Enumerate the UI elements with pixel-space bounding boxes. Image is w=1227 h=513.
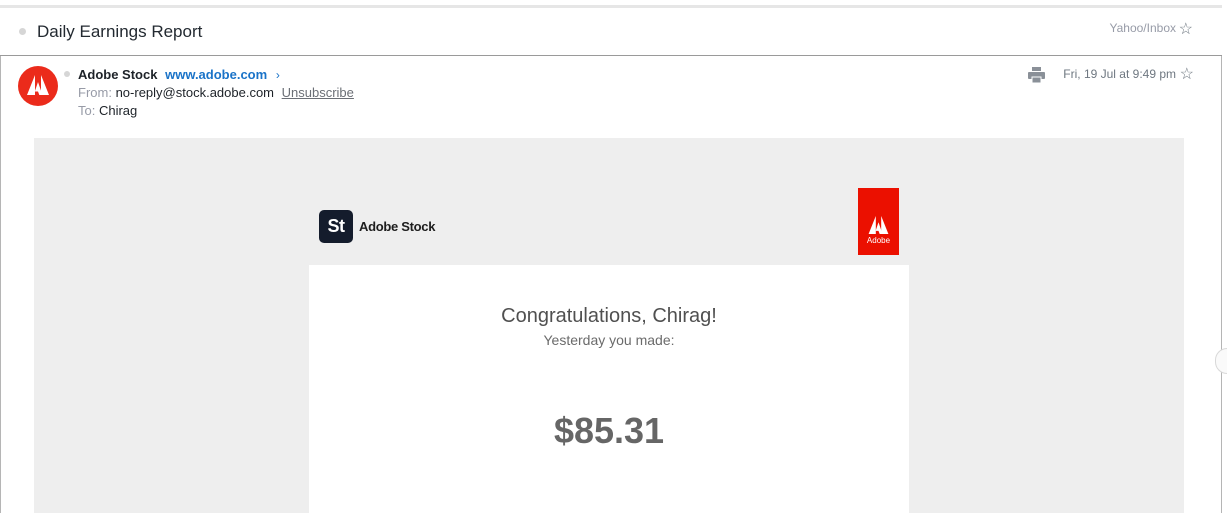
- adobe-stock-logo: St: [319, 210, 353, 243]
- star-icon[interactable]: ☆: [1180, 64, 1194, 84]
- earnings-amount: $85.31: [553, 410, 665, 451]
- from-line: From: no-reply@stock.adobe.com Unsubscri…: [78, 85, 354, 100]
- read-indicator: [64, 71, 70, 77]
- message-date: Fri, 19 Jul at 9:49 pm: [1063, 67, 1176, 81]
- to-label: To:: [78, 103, 96, 118]
- star-icon[interactable]: ☆: [1179, 19, 1193, 39]
- to-recipient[interactable]: Chirag: [99, 103, 137, 118]
- print-icon[interactable]: [1028, 67, 1045, 88]
- avatar[interactable]: [18, 66, 58, 106]
- folder-label[interactable]: Yahoo/Inbox: [1110, 21, 1177, 35]
- greeting-heading: Congratulations, Chirag!: [501, 305, 717, 327]
- chevron-right-icon[interactable]: ›: [276, 68, 280, 82]
- adobe-tag-text: Adobe: [866, 236, 891, 245]
- earnings-subline: Yesterday you made:: [543, 332, 675, 348]
- email-subject: Daily Earnings Report: [37, 22, 203, 41]
- sender-website-link[interactable]: www.adobe.com: [165, 67, 267, 82]
- unsubscribe-link[interactable]: Unsubscribe: [282, 85, 354, 100]
- brand-name: Adobe Stock: [359, 219, 436, 234]
- unread-dot: [19, 28, 26, 35]
- adobe-logo-icon: [868, 216, 889, 234]
- subject-bar: Daily Earnings Report Yahoo/Inbox ☆: [0, 8, 1222, 56]
- adobe-brand-tag: Adobe: [858, 188, 899, 255]
- earnings-card: Congratulations, Chirag! Yesterday you m…: [309, 265, 909, 513]
- from-label: From:: [78, 85, 112, 100]
- adobe-logo-icon: [27, 75, 49, 95]
- from-address[interactable]: no-reply@stock.adobe.com: [116, 85, 274, 100]
- to-line: To: Chirag: [78, 103, 137, 118]
- sender-name[interactable]: Adobe Stock: [78, 67, 157, 82]
- sender-line: Adobe Stock www.adobe.com ›: [78, 67, 280, 82]
